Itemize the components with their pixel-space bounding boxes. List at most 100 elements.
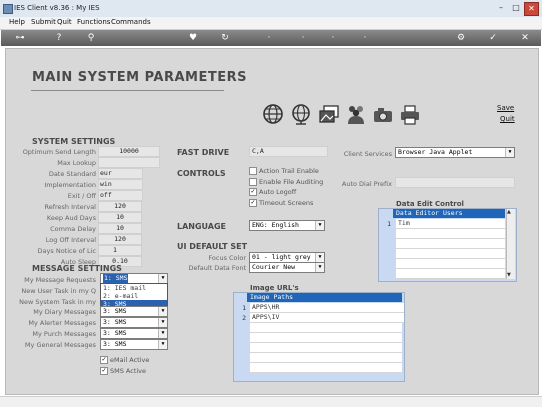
auto-dial-field[interactable] xyxy=(395,177,515,188)
table-row[interactable]: Tim xyxy=(396,219,505,229)
timeout-screens-checkbox[interactable]: ✓ xyxy=(249,199,257,207)
implementation-field[interactable]: win xyxy=(98,179,143,190)
toolbar: ⊶ ? ⚲ ♥ ↻ · · · · ⚙ ✓ ✕ xyxy=(1,30,541,46)
toolbar-icon-3[interactable]: · xyxy=(263,32,275,44)
photo-gallery-icon[interactable] xyxy=(318,104,340,126)
action-trail-label: Action Trail Enable xyxy=(259,167,319,175)
help-icon[interactable]: ? xyxy=(53,32,65,44)
menu-quit[interactable]: Quit xyxy=(57,18,72,26)
field-label: My Message Requests xyxy=(24,276,96,284)
exit-off-field[interactable]: off xyxy=(98,190,143,201)
log-off-interval-field[interactable]: 120 xyxy=(98,234,142,245)
days-notice-field[interactable]: 1 xyxy=(98,245,142,256)
scroll-up-icon[interactable]: ▲ xyxy=(507,209,511,215)
close-x-icon[interactable]: ✕ xyxy=(519,32,531,44)
title-divider xyxy=(31,90,224,91)
printer-icon[interactable] xyxy=(399,104,421,126)
camera-icon[interactable] xyxy=(372,104,394,126)
menu-submit[interactable]: Submit xyxy=(31,18,56,26)
chevron-down-icon[interactable]: ▼ xyxy=(315,263,324,272)
field-label: Comma Delay xyxy=(50,225,96,233)
chevron-down-icon[interactable]: ▼ xyxy=(315,253,324,262)
table-row-empty[interactable] xyxy=(396,229,505,239)
save-link[interactable]: Save xyxy=(497,104,514,112)
language-select[interactable]: ENG: English ▼ xyxy=(249,220,325,231)
my-purch-messages-select[interactable]: 3: SMS ▼ xyxy=(100,328,168,339)
my-alerter-messages-select[interactable]: 3: SMS ▼ xyxy=(100,317,168,328)
check-icon[interactable]: ✓ xyxy=(487,32,499,44)
message-settings-heading: MESSAGE SETTINGS xyxy=(32,264,122,273)
my-general-messages-select[interactable]: 3: SMS ▼ xyxy=(100,339,168,350)
minimize-button[interactable]: – xyxy=(494,2,508,14)
auto-logoff-checkbox[interactable]: ✓ xyxy=(249,188,257,196)
chevron-down-icon[interactable]: ▼ xyxy=(158,329,167,338)
field-label: My General Messages xyxy=(24,341,96,349)
data-edit-heading: Data Edit Control xyxy=(396,200,464,208)
table-row[interactable]: APPS\IV xyxy=(250,313,404,323)
menu-help[interactable]: Help xyxy=(9,18,25,26)
heart-icon[interactable]: ♥ xyxy=(187,32,199,44)
chevron-down-icon[interactable]: ▼ xyxy=(158,318,167,327)
chevron-down-icon[interactable]: ▼ xyxy=(505,148,514,157)
key-icon[interactable]: ⊶ xyxy=(9,32,31,44)
scroll-down-icon[interactable]: ▼ xyxy=(507,272,511,278)
chevron-down-icon[interactable]: ▼ xyxy=(158,307,167,316)
toolbar-icon-4[interactable]: · xyxy=(297,32,309,44)
field-label: Log Off Interval xyxy=(45,236,96,244)
table-row-empty[interactable] xyxy=(250,363,402,373)
chevron-down-icon[interactable]: ▼ xyxy=(158,274,167,283)
table-row-empty[interactable] xyxy=(396,259,505,269)
chevron-down-icon[interactable]: ▼ xyxy=(158,340,167,349)
menu-functions[interactable]: Functions xyxy=(77,18,110,26)
email-active-checkbox[interactable]: ✓ xyxy=(100,356,108,364)
date-standard-field[interactable]: eur xyxy=(98,168,143,179)
quit-link[interactable]: Quit xyxy=(500,115,515,123)
window-title: IES Client v8.36 : My IES xyxy=(14,4,100,12)
table-row-empty[interactable] xyxy=(250,353,402,363)
globe-icon[interactable] xyxy=(262,103,284,125)
close-button[interactable]: ✕ xyxy=(524,2,539,16)
toolbar-icon-6[interactable]: · xyxy=(359,32,371,44)
default-font-label: Default Data Font xyxy=(188,264,246,272)
toolbar-icon-5[interactable]: · xyxy=(327,32,339,44)
data-editor-users-column-header: Data Editor Users xyxy=(393,209,505,218)
sms-active-checkbox[interactable]: ✓ xyxy=(100,367,108,375)
action-trail-checkbox[interactable] xyxy=(249,167,257,175)
users-group-icon[interactable] xyxy=(345,103,367,125)
dropdown-option[interactable]: 1: IES mail xyxy=(101,284,167,292)
max-lookup-field[interactable] xyxy=(98,157,160,168)
image-urls-heading: Image URL's xyxy=(250,284,299,292)
my-diary-messages-select[interactable]: 3: SMS ▼ xyxy=(100,306,168,317)
comma-delay-field[interactable]: 10 xyxy=(98,223,142,234)
client-services-select[interactable]: Browser Java Applet ▼ xyxy=(395,147,515,158)
dropdown-option[interactable]: 2: e-mail xyxy=(101,292,167,300)
optimum-send-length-field[interactable]: 10000 xyxy=(98,146,160,157)
select-value: ENG: English xyxy=(252,221,299,229)
maximize-button[interactable]: □ xyxy=(509,2,523,14)
refresh-icon[interactable]: ↻ xyxy=(219,32,231,44)
globe-network-icon[interactable] xyxy=(290,103,312,125)
field-label: Date Standard xyxy=(48,170,96,178)
default-font-select[interactable]: Courier New ▼ xyxy=(249,262,325,273)
table-row-empty[interactable] xyxy=(250,323,402,333)
keep-aud-days-field[interactable]: 10 xyxy=(98,212,142,223)
file-auditing-checkbox[interactable] xyxy=(249,178,257,186)
row-number: 1 xyxy=(387,220,391,228)
table-row[interactable]: APPS\HR xyxy=(250,303,404,313)
select-value: 3: SMS xyxy=(103,340,127,348)
ui-default-heading: UI DEFAULT SET xyxy=(177,242,248,251)
field-label: Days Notice of Lic xyxy=(37,247,96,255)
refresh-interval-field[interactable]: 120 xyxy=(98,201,142,212)
table-row-empty[interactable] xyxy=(396,239,505,249)
app-icon xyxy=(3,4,13,14)
menu-commands[interactable]: Commands xyxy=(111,18,151,26)
search-icon[interactable]: ⚲ xyxy=(85,32,97,44)
table-row-empty[interactable] xyxy=(396,269,505,279)
scrollbar[interactable] xyxy=(506,209,515,279)
table-row-empty[interactable] xyxy=(250,333,402,343)
auto-dial-label: Auto Dial Prefix xyxy=(341,180,392,188)
table-row-empty[interactable] xyxy=(250,343,402,353)
chevron-down-icon[interactable]: ▼ xyxy=(315,221,324,230)
settings-icon[interactable]: ⚙ xyxy=(455,32,467,44)
table-row-empty[interactable] xyxy=(396,249,505,259)
